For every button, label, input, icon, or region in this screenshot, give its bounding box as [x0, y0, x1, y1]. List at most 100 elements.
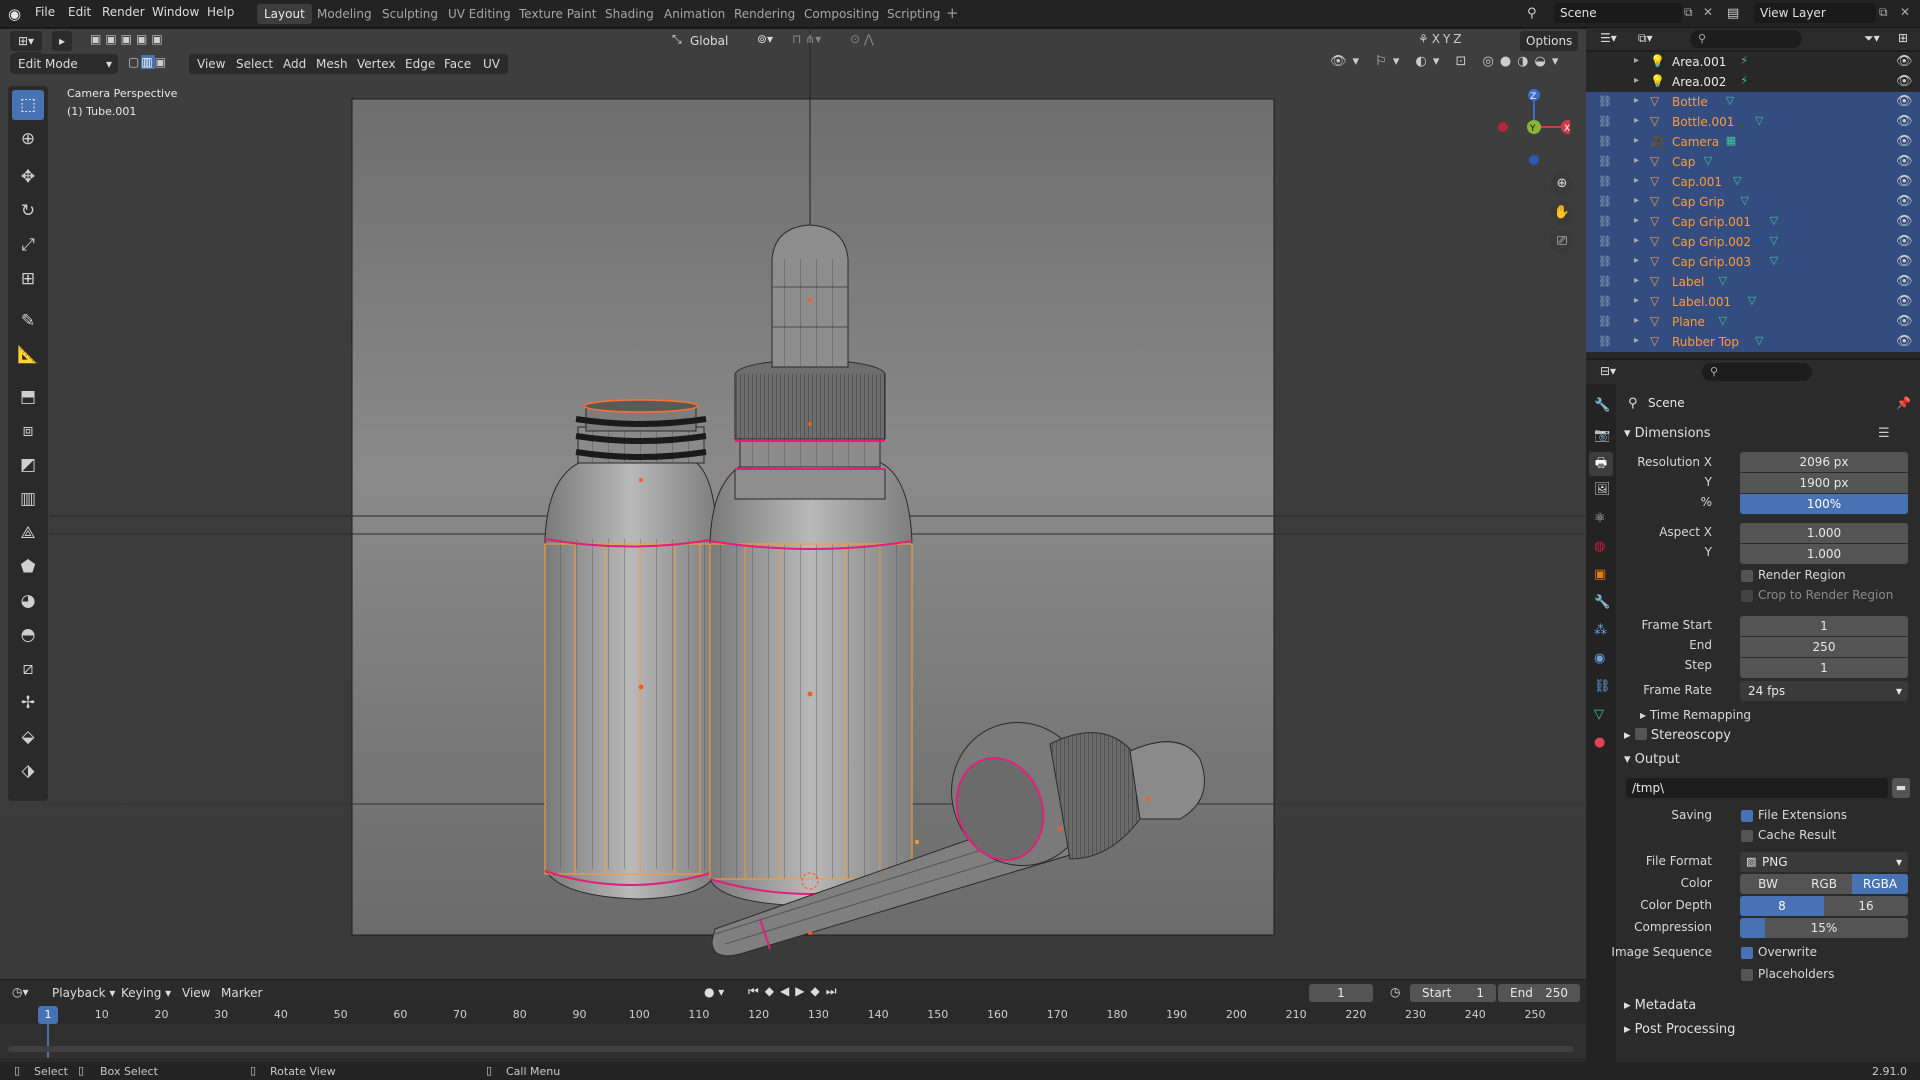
editor-type-button[interactable]: ⊞▾ [10, 31, 42, 51]
element-select-modes[interactable]: ▢▥▣ [128, 55, 178, 73]
render-tab-icon[interactable]: 📷 [1594, 428, 1610, 443]
placeholders-checkbox[interactable] [1741, 969, 1753, 981]
material-tab-icon[interactable]: ● [1594, 735, 1605, 750]
playhead-frame[interactable]: 1 [38, 1006, 58, 1024]
orientation-icon[interactable]: ⤡ [672, 32, 682, 47]
shrink-fatten-icon[interactable]: ✢ [12, 688, 44, 718]
outliner-item[interactable]: ⛓ ▸ ▽ Label ▽ 👁 [1586, 272, 1920, 292]
selectable-icon[interactable]: ⛓ [1598, 295, 1612, 308]
timeline-scrollbar[interactable] [8, 1046, 1574, 1052]
expand-arrow-icon[interactable]: ▸ [1634, 315, 1639, 326]
menu-window[interactable]: Window [152, 5, 199, 19]
menu-marker[interactable]: Marker [221, 986, 262, 1000]
expand-arrow-icon[interactable]: ▸ [1634, 155, 1639, 166]
tab-modeling[interactable]: Modeling [310, 4, 379, 24]
properties-search-input[interactable]: ⚲ [1702, 363, 1812, 381]
expand-arrow-icon[interactable]: ▸ [1634, 135, 1639, 146]
output-path-input[interactable]: /tmp\ [1626, 778, 1888, 798]
resolution-x-field[interactable]: 2096 px [1740, 452, 1908, 472]
visibility-eye-icon[interactable]: 👁 [1896, 154, 1913, 169]
visibility-eye-icon[interactable]: 👁 [1896, 314, 1913, 329]
metadata-panel-header[interactable]: ▸ Metadata [1624, 998, 1696, 1013]
resolution-y-field[interactable]: 1900 px [1740, 473, 1908, 493]
selectable-icon[interactable]: ⛓ [1598, 255, 1612, 268]
selectable-icon[interactable]: ⛓ [1598, 115, 1612, 128]
edge-slide-icon[interactable]: ⧄ [12, 654, 44, 684]
time-remapping-subpanel[interactable]: ▸ Time Remapping [1640, 708, 1751, 722]
data-icon[interactable]: ⚡ [1740, 74, 1748, 87]
stereoscopy-panel-header[interactable]: ▸ Stereoscopy [1624, 728, 1731, 743]
delete-scene-icon[interactable]: ✕ [1703, 5, 1713, 19]
new-collection-icon[interactable]: ⊞ [1898, 31, 1908, 45]
select-mode-icons[interactable]: ▣▣▣▣▣ [90, 32, 180, 50]
transform-icon[interactable]: ⊞ [12, 264, 44, 294]
timeline-track-area[interactable]: 10 20 30 40 50 60 70 80 90 100 110 120 130 140 150 160 1… [0, 1006, 1586, 1058]
data-tab-icon[interactable]: ▽ [1594, 707, 1604, 722]
compression-slider[interactable]: 15% [1740, 918, 1908, 938]
color-bw-button[interactable]: BW [1740, 874, 1796, 894]
dimensions-panel-header[interactable]: ▾ Dimensions [1624, 426, 1711, 441]
end-frame-field[interactable]: End 250 [1498, 984, 1580, 1002]
measure-icon[interactable]: 📐 [12, 340, 44, 370]
tab-shading[interactable]: Shading [598, 4, 661, 24]
outliner-item[interactable]: ⛓ ▸ ▽ Cap.001 ▽ 👁 [1586, 172, 1920, 192]
zoom-icon[interactable]: ⊕ [1550, 172, 1574, 196]
outliner-editor-icon[interactable]: ☰▾ [1600, 31, 1617, 45]
menu-render[interactable]: Render [102, 5, 145, 19]
tool-tab-icon[interactable]: 🔧 [1594, 398, 1610, 413]
data-icon[interactable]: ▽ [1770, 234, 1778, 247]
tab-animation[interactable]: Animation [657, 4, 732, 24]
rip-region-icon[interactable]: ⬗ [12, 756, 44, 786]
expand-arrow-icon[interactable]: ▸ [1634, 175, 1639, 186]
expand-arrow-icon[interactable]: ▸ [1634, 95, 1639, 106]
cache-result-checkbox[interactable] [1741, 830, 1753, 842]
outliner-item[interactable]: ⛓ ▸ ▽ Rubber Top ▽ 👁 [1586, 332, 1920, 352]
modifier-tab-icon[interactable]: 🔧 [1594, 595, 1610, 610]
menu-select[interactable]: Select [228, 54, 282, 74]
data-icon[interactable]: ▽ [1719, 314, 1727, 327]
menu-vertex[interactable]: Vertex [349, 54, 404, 74]
menu-keying[interactable]: Keying ▾ [121, 986, 171, 1000]
aspect-x-field[interactable]: 1.000 [1740, 523, 1908, 543]
selectable-icon[interactable]: ⛓ [1598, 95, 1612, 108]
overwrite-checkbox[interactable] [1741, 947, 1753, 959]
view-layer-icon[interactable]: ▤ [1727, 6, 1739, 21]
color-rgb-button[interactable]: RGB [1796, 874, 1852, 894]
add-workspace-icon[interactable]: + [946, 4, 959, 22]
menu-view[interactable]: View [189, 54, 234, 74]
expand-arrow-icon[interactable]: ▸ [1634, 115, 1639, 126]
frame-rate-select[interactable]: 24 fps ▾ [1740, 681, 1908, 701]
visibility-eye-icon[interactable]: 👁 [1896, 54, 1913, 69]
frame-step-field[interactable]: 1 [1740, 658, 1908, 678]
render-region-checkbox[interactable] [1741, 570, 1753, 582]
pivot-icon[interactable]: ⊚▾ [757, 32, 773, 46]
data-icon[interactable]: ▽ [1740, 194, 1748, 207]
visibility-eye-icon[interactable]: 👁 [1896, 94, 1913, 109]
viewport[interactable]: ⬚▾ Edit Mode ▾ [0, 29, 1586, 979]
tab-compositing[interactable]: Compositing [797, 4, 886, 24]
color-depth-8-button[interactable]: 8 [1740, 896, 1824, 916]
data-icon[interactable]: ▦ [1726, 134, 1736, 147]
select-box-icon[interactable]: ⬚ [12, 90, 44, 120]
outliner-item[interactable]: ⛓ ▸ ▽ Cap Grip.002 ▽ 👁 [1586, 232, 1920, 252]
visibility-eye-icon[interactable]: 👁 [1896, 274, 1913, 289]
resolution-percent-field[interactable]: 100% [1740, 494, 1908, 514]
frame-start-field[interactable]: 1 [1740, 616, 1908, 636]
data-icon[interactable]: ▽ [1704, 154, 1712, 167]
new-scene-icon[interactable]: ⧉ [1684, 5, 1693, 20]
outliner-item[interactable]: ▸ 💡 Area.001 ⚡ 👁 [1586, 52, 1920, 72]
expand-arrow-icon[interactable]: ▸ [1634, 295, 1639, 306]
spin-icon[interactable]: ◕ [12, 586, 44, 616]
visibility-eye-icon[interactable]: 👁 [1896, 114, 1913, 129]
scene-icon[interactable]: ⚲ [1527, 6, 1537, 21]
properties-editor-icon[interactable]: ⊟▾ [1600, 364, 1616, 378]
aspect-y-field[interactable]: 1.000 [1740, 544, 1908, 564]
outliner-item[interactable]: ⛓ ▸ ▽ Cap Grip.001 ▽ 👁 [1586, 212, 1920, 232]
delete-view-layer-icon[interactable]: ✕ [1900, 5, 1910, 19]
tab-texture-paint[interactable]: Texture Paint [512, 4, 603, 24]
start-frame-field[interactable]: Start 1 [1410, 984, 1496, 1002]
selectable-icon[interactable]: ⛓ [1598, 175, 1612, 188]
outliner-search-input[interactable]: ⚲ [1690, 30, 1802, 48]
selectable-icon[interactable]: ⛓ [1598, 335, 1612, 348]
expand-arrow-icon[interactable]: ▸ [1634, 55, 1639, 66]
